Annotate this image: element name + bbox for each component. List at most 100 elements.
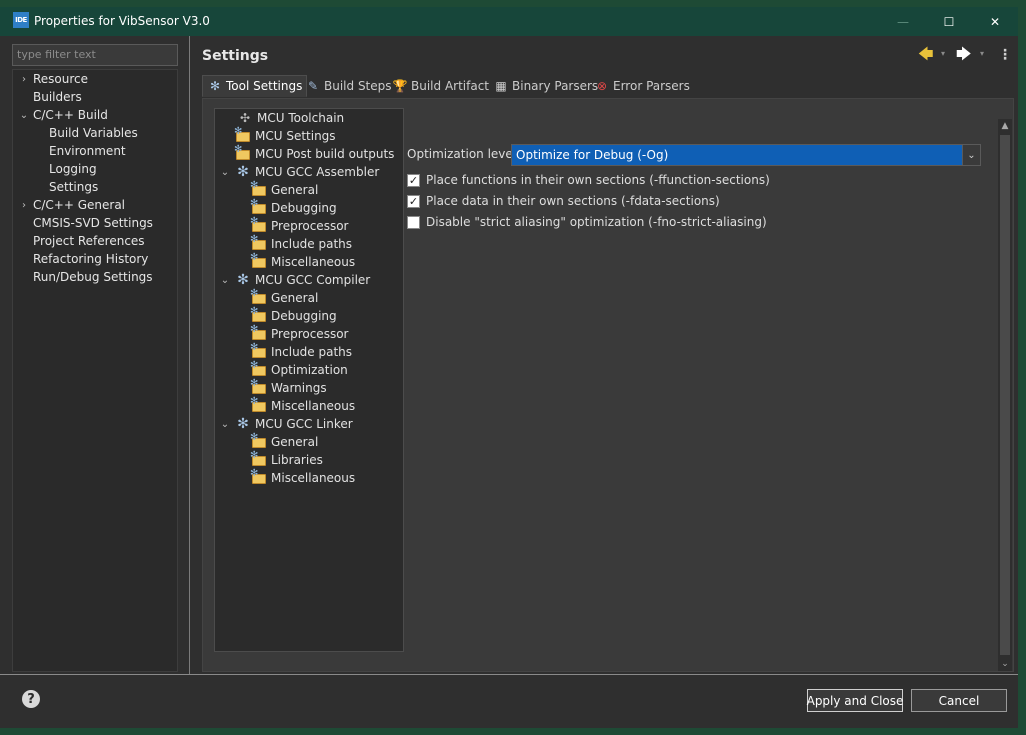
nav-item-label: Settings: [49, 180, 99, 194]
tree-item-mcu-toolchain[interactable]: ✣ MCU Toolchain: [237, 109, 344, 127]
settings-folder-icon: ✻: [250, 432, 267, 450]
nav-item-logging[interactable]: Logging: [49, 160, 97, 178]
vertical-scrollbar[interactable]: ▲ ⌄: [998, 119, 1012, 671]
nav-item-cmsis-svd[interactable]: CMSIS-SVD Settings: [33, 214, 153, 232]
tree-item-assembler-include-paths[interactable]: ✻ Include paths: [250, 234, 352, 253]
dialog-client: type filter text › Resource Builders ⌄ C/C…: [0, 36, 1018, 728]
tree-item-mcu-settings[interactable]: ✻ MCU Settings: [234, 126, 336, 145]
close-button[interactable]: ✕: [972, 7, 1018, 36]
settings-folder-icon: ✻: [250, 198, 267, 216]
nav-item-label: Build Variables: [49, 126, 138, 140]
tree-item-label: Debugging: [271, 201, 337, 215]
tree-item-linker-libraries[interactable]: ✻ Libraries: [250, 450, 323, 469]
tab-build-artifact[interactable]: 🏆 Build Artifact: [392, 75, 489, 97]
data-sections-option[interactable]: ✓ Place data in their own sections (-fda…: [407, 193, 720, 209]
tree-item-mcu-post-build-outputs[interactable]: ✻ MCU Post build outputs: [234, 144, 394, 163]
filter-input[interactable]: type filter text: [12, 44, 178, 66]
nav-item-label: Resource: [33, 72, 89, 86]
tool-tree: ✣ MCU Toolchain ✻ MCU Settings ✻ MCU Post b…: [214, 108, 404, 652]
tree-item-compiler-preprocessor[interactable]: ✻ Preprocessor: [250, 324, 349, 343]
tab-label: Tool Settings: [226, 79, 303, 93]
properties-window: IDE Properties for VibSensor V3.0 — ☐ ✕ …: [0, 0, 1026, 735]
chevron-down-icon[interactable]: ⌄: [19, 106, 29, 124]
gear-icon: ✻: [237, 416, 249, 432]
cancel-button[interactable]: Cancel: [911, 689, 1007, 712]
minimize-button[interactable]: —: [880, 7, 926, 36]
nav-item-environment[interactable]: Environment: [49, 142, 126, 160]
window-title: Properties for VibSensor V3.0: [34, 14, 210, 28]
nav-item-label: C/C++ General: [33, 198, 126, 212]
forward-dropdown-icon[interactable]: ▾: [980, 49, 984, 58]
chevron-down-icon[interactable]: ⌄: [220, 415, 230, 433]
chevron-down-icon[interactable]: ⌄: [962, 145, 980, 165]
tree-item-linker-general[interactable]: ✻ General: [250, 432, 318, 451]
tree-item-label: Optimization: [271, 363, 348, 377]
nav-item-resource[interactable]: › Resource: [22, 70, 89, 88]
tree-item-mcu-gcc-assembler[interactable]: ⌄ ✻ MCU GCC Assembler: [221, 163, 379, 181]
back-arrow-icon[interactable]: 🡄: [918, 45, 934, 66]
tree-item-label: Miscellaneous: [271, 399, 356, 413]
nav-item-label: CMSIS-SVD Settings: [33, 216, 153, 230]
settings-folder-icon: ✻: [234, 144, 251, 162]
strict-aliasing-label: Disable "strict aliasing" optimization (…: [426, 215, 767, 229]
function-sections-checkbox[interactable]: ✓: [407, 173, 420, 187]
back-dropdown-icon[interactable]: ▾: [941, 49, 945, 58]
tree-item-compiler-include-paths[interactable]: ✻ Include paths: [250, 342, 352, 361]
nav-item-builders[interactable]: Builders: [33, 88, 82, 106]
tree-item-label: Preprocessor: [271, 327, 349, 341]
tree-item-label: Debugging: [271, 309, 337, 323]
settings-folder-icon: ✻: [250, 306, 267, 324]
strict-aliasing-option[interactable]: Disable "strict aliasing" optimization (…: [407, 214, 767, 230]
settings-tabs: ✻ Tool Settings ✎ Build Steps 🏆 Build Artif…: [202, 75, 1014, 99]
settings-folder-icon: ✻: [250, 378, 267, 396]
maximize-button[interactable]: ☐: [926, 7, 972, 36]
tree-item-compiler-warnings[interactable]: ✻ Warnings: [250, 378, 327, 397]
optimization-level-select[interactable]: Optimize for Debug (-Og) ⌄: [511, 144, 981, 166]
panel-sash[interactable]: [189, 36, 190, 674]
function-sections-option[interactable]: ✓ Place functions in their own sections …: [407, 172, 770, 188]
nav-item-refactoring-history[interactable]: Refactoring History: [33, 250, 148, 268]
help-icon[interactable]: ?: [22, 690, 40, 708]
nav-item-run-debug-settings[interactable]: Run/Debug Settings: [33, 268, 153, 286]
apply-and-close-button[interactable]: Apply and Close: [807, 689, 903, 712]
tree-item-mcu-gcc-compiler[interactable]: ⌄ ✻ MCU GCC Compiler: [221, 271, 370, 289]
tree-item-compiler-debugging[interactable]: ✻ Debugging: [250, 306, 337, 325]
optimization-level-label: Optimization level: [407, 147, 517, 161]
tree-item-assembler-debugging[interactable]: ✻ Debugging: [250, 198, 337, 217]
tree-item-compiler-general[interactable]: ✻ General: [250, 288, 318, 307]
scroll-up-icon[interactable]: ▲: [998, 119, 1012, 133]
strict-aliasing-checkbox[interactable]: [407, 215, 420, 229]
view-menu-icon[interactable]: ⋮: [998, 47, 1012, 63]
tab-build-steps[interactable]: ✎ Build Steps: [305, 75, 392, 97]
chevron-down-icon[interactable]: ⌄: [220, 163, 230, 181]
settings-folder-icon: ✻: [250, 252, 267, 270]
tree-item-label: Miscellaneous: [271, 255, 356, 269]
tree-item-assembler-preprocessor[interactable]: ✻ Preprocessor: [250, 216, 348, 235]
tree-item-compiler-optimization[interactable]: ✻ Optimization: [250, 360, 348, 379]
nav-item-build-variables[interactable]: Build Variables: [49, 124, 138, 142]
nav-item-settings[interactable]: Settings: [49, 178, 98, 196]
forward-arrow-icon[interactable]: 🡆: [956, 45, 972, 66]
tab-label: Binary Parsers: [512, 79, 599, 93]
tree-item-linker-miscellaneous[interactable]: ✻ Miscellaneous: [250, 468, 356, 487]
tab-error-parsers[interactable]: ⊗ Error Parsers: [594, 75, 690, 97]
tree-item-label: MCU Toolchain: [257, 111, 345, 125]
nav-item-project-references[interactable]: Project References: [33, 232, 145, 250]
chevron-right-icon[interactable]: ›: [19, 196, 29, 214]
tree-item-assembler-general[interactable]: ✻ General: [250, 180, 318, 199]
error-icon: ⊗: [596, 79, 608, 93]
nav-item-cpp-general[interactable]: › C/C++ General: [22, 196, 126, 214]
tree-item-label: Miscellaneous: [271, 471, 356, 485]
tree-item-assembler-miscellaneous[interactable]: ✻ Miscellaneous: [250, 252, 356, 271]
tab-binary-parsers[interactable]: ▦ Binary Parsers: [493, 75, 598, 97]
scroll-down-icon[interactable]: ⌄: [998, 657, 1012, 671]
chevron-right-icon[interactable]: ›: [19, 70, 29, 88]
nav-item-cpp-build[interactable]: ⌄ C/C++ Build: [20, 106, 108, 124]
scroll-thumb[interactable]: [1000, 135, 1010, 655]
nav-item-label: Refactoring History: [33, 252, 149, 266]
tab-tool-settings[interactable]: ✻ Tool Settings: [202, 75, 308, 97]
tree-item-compiler-miscellaneous[interactable]: ✻ Miscellaneous: [250, 396, 356, 415]
tree-item-mcu-gcc-linker[interactable]: ⌄ ✻ MCU GCC Linker: [221, 415, 353, 433]
data-sections-checkbox[interactable]: ✓: [407, 194, 420, 208]
chevron-down-icon[interactable]: ⌄: [220, 271, 230, 289]
